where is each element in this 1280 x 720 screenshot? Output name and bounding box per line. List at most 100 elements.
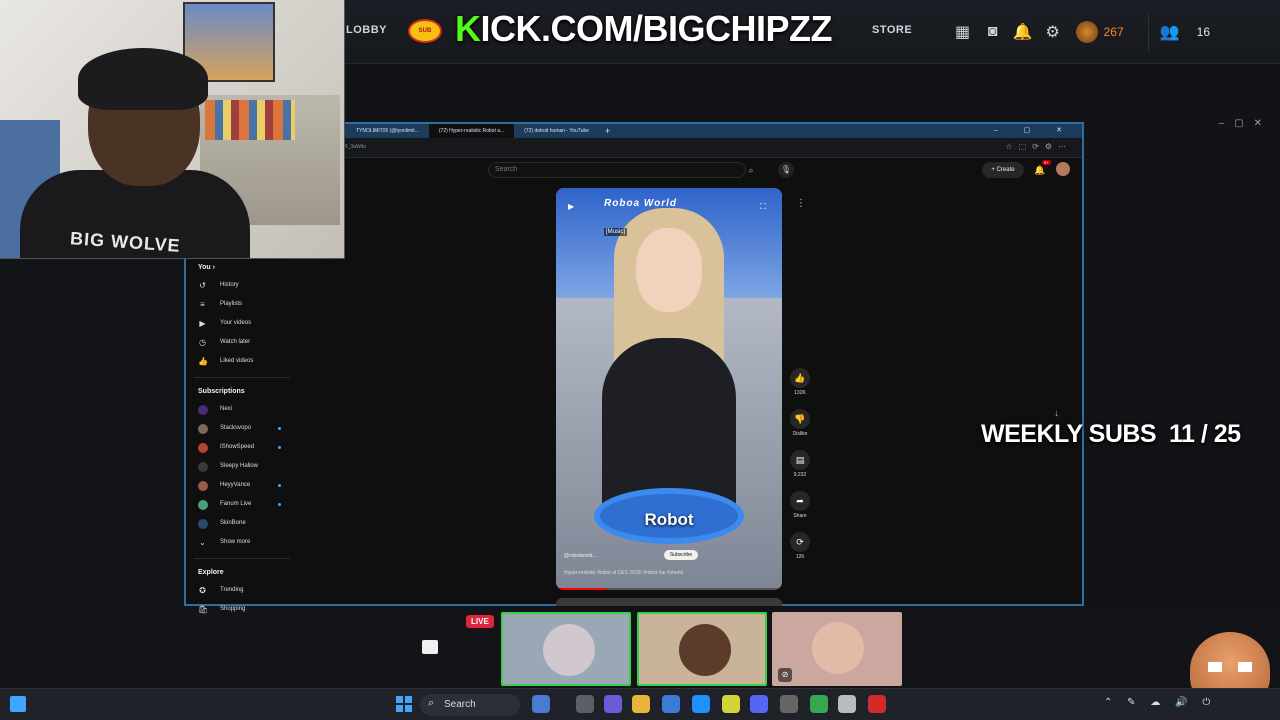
sidebar-show-more[interactable]: ⌄ Show more xyxy=(186,533,296,552)
watch-later-icon: ◷ xyxy=(199,338,206,347)
taskbar-app-icon[interactable] xyxy=(576,695,594,713)
taskbar-app-icon[interactable] xyxy=(868,695,886,713)
search-icon: ⌕ xyxy=(428,697,435,709)
sidebar-subscription-item[interactable]: Fanum Live xyxy=(186,495,296,514)
file-explorer-icon[interactable] xyxy=(632,695,650,713)
sidebar-item[interactable]: ✪ Trending xyxy=(186,581,296,600)
system-tray[interactable]: ⌃ ✎ ☁ 🔊 ⏻ xyxy=(1104,697,1216,708)
comments-button[interactable]: ▤ 9,232 xyxy=(786,450,814,491)
taskbar-search-label: Search xyxy=(444,699,476,710)
gear-icon[interactable]: ⚙ xyxy=(1042,21,1064,43)
sidebar-item-label: Your videos xyxy=(220,320,252,326)
avatar[interactable] xyxy=(1056,162,1070,176)
sidebar-subscriptions-heading[interactable]: Subscriptions xyxy=(198,384,296,400)
subscription-label: Sleepy Hallow xyxy=(220,463,259,469)
video-description[interactable]: Hyper-realistic Robot at CES 2025! #robo… xyxy=(564,570,683,576)
next-short-preview[interactable] xyxy=(556,598,782,606)
nav-store[interactable]: STORE xyxy=(872,24,912,36)
browser-window-controls[interactable]: – ▢ ✕ xyxy=(994,126,1074,134)
participant-tile-3[interactable]: ⊘ xyxy=(772,612,902,686)
remix-button[interactable]: ⟳ 126 xyxy=(786,532,814,573)
streamer-webcam: BIG WOLVE xyxy=(0,0,345,259)
participant-avatar xyxy=(679,624,731,676)
weekly-subs-goal: WEEKLY SUBS 11 / 25 xyxy=(981,420,1241,449)
search-icon[interactable]: ⌕ xyxy=(740,162,762,178)
grid-icon[interactable]: ▦ xyxy=(952,21,974,43)
sidebar-divider xyxy=(194,377,290,378)
app-window-controls[interactable]: –▢✕ xyxy=(1219,118,1272,129)
like-button[interactable]: 👍 132K xyxy=(786,368,814,409)
play-icon[interactable]: ▶ xyxy=(568,202,574,211)
short-video-player[interactable]: Roboa World Robot [Music] ▶ ⛶ @robotworl… xyxy=(556,188,782,590)
weekly-subs-label: WEEKLY SUBS xyxy=(981,420,1157,448)
chrome-icon[interactable] xyxy=(810,695,828,713)
notification-badge: 9+ xyxy=(1042,160,1051,165)
taskbar-app-icon[interactable] xyxy=(722,695,740,713)
start-menu-icon[interactable] xyxy=(396,696,412,712)
your-videos-icon: ▶ xyxy=(199,319,206,328)
share-button[interactable]: ➦ Share xyxy=(786,491,814,532)
bell-icon[interactable]: 🔔 xyxy=(1012,21,1034,43)
live-badge: LIVE xyxy=(466,615,494,628)
sidebar-subscription-item[interactable]: Sleepy Hallow xyxy=(186,457,296,476)
store-icon[interactable] xyxy=(662,695,680,713)
sidebar-explore-list: ✪ Trending 🛍 Shopping xyxy=(186,581,296,619)
subscription-label: Fanum Live xyxy=(220,501,252,507)
participant-tile-1[interactable] xyxy=(501,612,631,686)
video-figure-face xyxy=(636,228,702,312)
scroll-down-icon[interactable]: ↓ xyxy=(1054,408,1059,419)
sidebar-item[interactable]: ◷ Watch later xyxy=(186,333,296,352)
subscribe-button[interactable]: Subscribe xyxy=(664,550,698,560)
video-progress-bar[interactable] xyxy=(556,588,782,590)
browser-toolbar-icons[interactable]: ☆⬚⟳⚙⋯ xyxy=(1005,142,1072,151)
microphone-icon[interactable]: 🎙 xyxy=(778,162,794,178)
thumbs-up-icon: 👍 xyxy=(198,357,208,366)
action-label: 132K xyxy=(794,390,806,396)
sidebar-subscription-item[interactable]: HeyyVance xyxy=(186,476,296,495)
new-content-dot xyxy=(278,503,281,506)
comment-icon: ▤ xyxy=(790,450,810,470)
friends-icon[interactable]: 👥 xyxy=(1159,21,1181,43)
more-options-icon[interactable]: ⋮ xyxy=(796,198,806,209)
discord-icon[interactable] xyxy=(750,695,768,713)
new-content-dot xyxy=(278,484,281,487)
camera-icon[interactable]: ◙ xyxy=(982,21,1004,43)
sidebar-item-label: Watch later xyxy=(220,339,251,345)
subscription-label: IShowSpeed xyxy=(220,444,255,450)
sidebar-item[interactable]: 🛍 Shopping xyxy=(186,600,296,619)
sidebar-item[interactable]: ↺ History xyxy=(186,276,296,295)
new-tab-button[interactable]: + xyxy=(599,126,616,136)
fullscreen-icon[interactable]: ⛶ xyxy=(760,202,766,212)
dislike-button[interactable]: 👎 Dislike xyxy=(786,409,814,450)
subscription-label: SkinBone xyxy=(220,520,246,526)
browser-tab-2[interactable]: (72) Hyper-realistic Robot a... xyxy=(428,124,515,138)
taskbar-app-icon[interactable] xyxy=(780,695,798,713)
sidebar-you-heading[interactable]: You › xyxy=(198,260,296,276)
sidebar-item[interactable]: 👍 Liked videos xyxy=(186,352,296,371)
search-input[interactable]: Search xyxy=(488,162,746,178)
sidebar-subscription-item[interactable]: Stacksvopo xyxy=(186,419,296,438)
browser-tab-3[interactable]: (72) detroit human - YouTube xyxy=(514,124,599,138)
taskbar-app-icon[interactable] xyxy=(604,695,622,713)
sidebar-subscription-item[interactable]: Nexi xyxy=(186,400,296,419)
channel-avatar xyxy=(198,500,208,510)
nav-lobby[interactable]: LOBBY xyxy=(346,24,387,36)
trending-icon: ✪ xyxy=(199,586,206,595)
edge-browser-icon[interactable] xyxy=(692,695,710,713)
sidebar-item[interactable]: ▶ Your videos xyxy=(186,314,296,333)
windows-taskbar: ⌕ Search ⌃ ✎ ☁ 🔊 ⏻ xyxy=(0,688,1280,720)
share-icon: ➦ xyxy=(790,491,810,511)
channel-name[interactable]: @robotworld... xyxy=(564,553,597,559)
taskbar-app-icon[interactable] xyxy=(532,695,550,713)
participant-tile-2[interactable] xyxy=(637,612,767,686)
browser-tab-1[interactable]: TYNOLIMIT05 (@tyonlimit... xyxy=(346,124,429,138)
widgets-icon[interactable] xyxy=(10,696,26,712)
subscription-label: Nexi xyxy=(220,406,233,412)
taskbar-app-icon[interactable] xyxy=(838,695,856,713)
sidebar-subscription-item[interactable]: IShowSpeed xyxy=(186,438,296,457)
create-button[interactable]: + Create xyxy=(982,162,1024,178)
sidebar-item[interactable]: ≡ Playlists xyxy=(186,295,296,314)
sidebar-item-label: Liked videos xyxy=(220,358,254,364)
sidebar-subscription-item[interactable]: SkinBone xyxy=(186,514,296,533)
taskbar-search[interactable]: ⌕ Search xyxy=(420,694,520,716)
